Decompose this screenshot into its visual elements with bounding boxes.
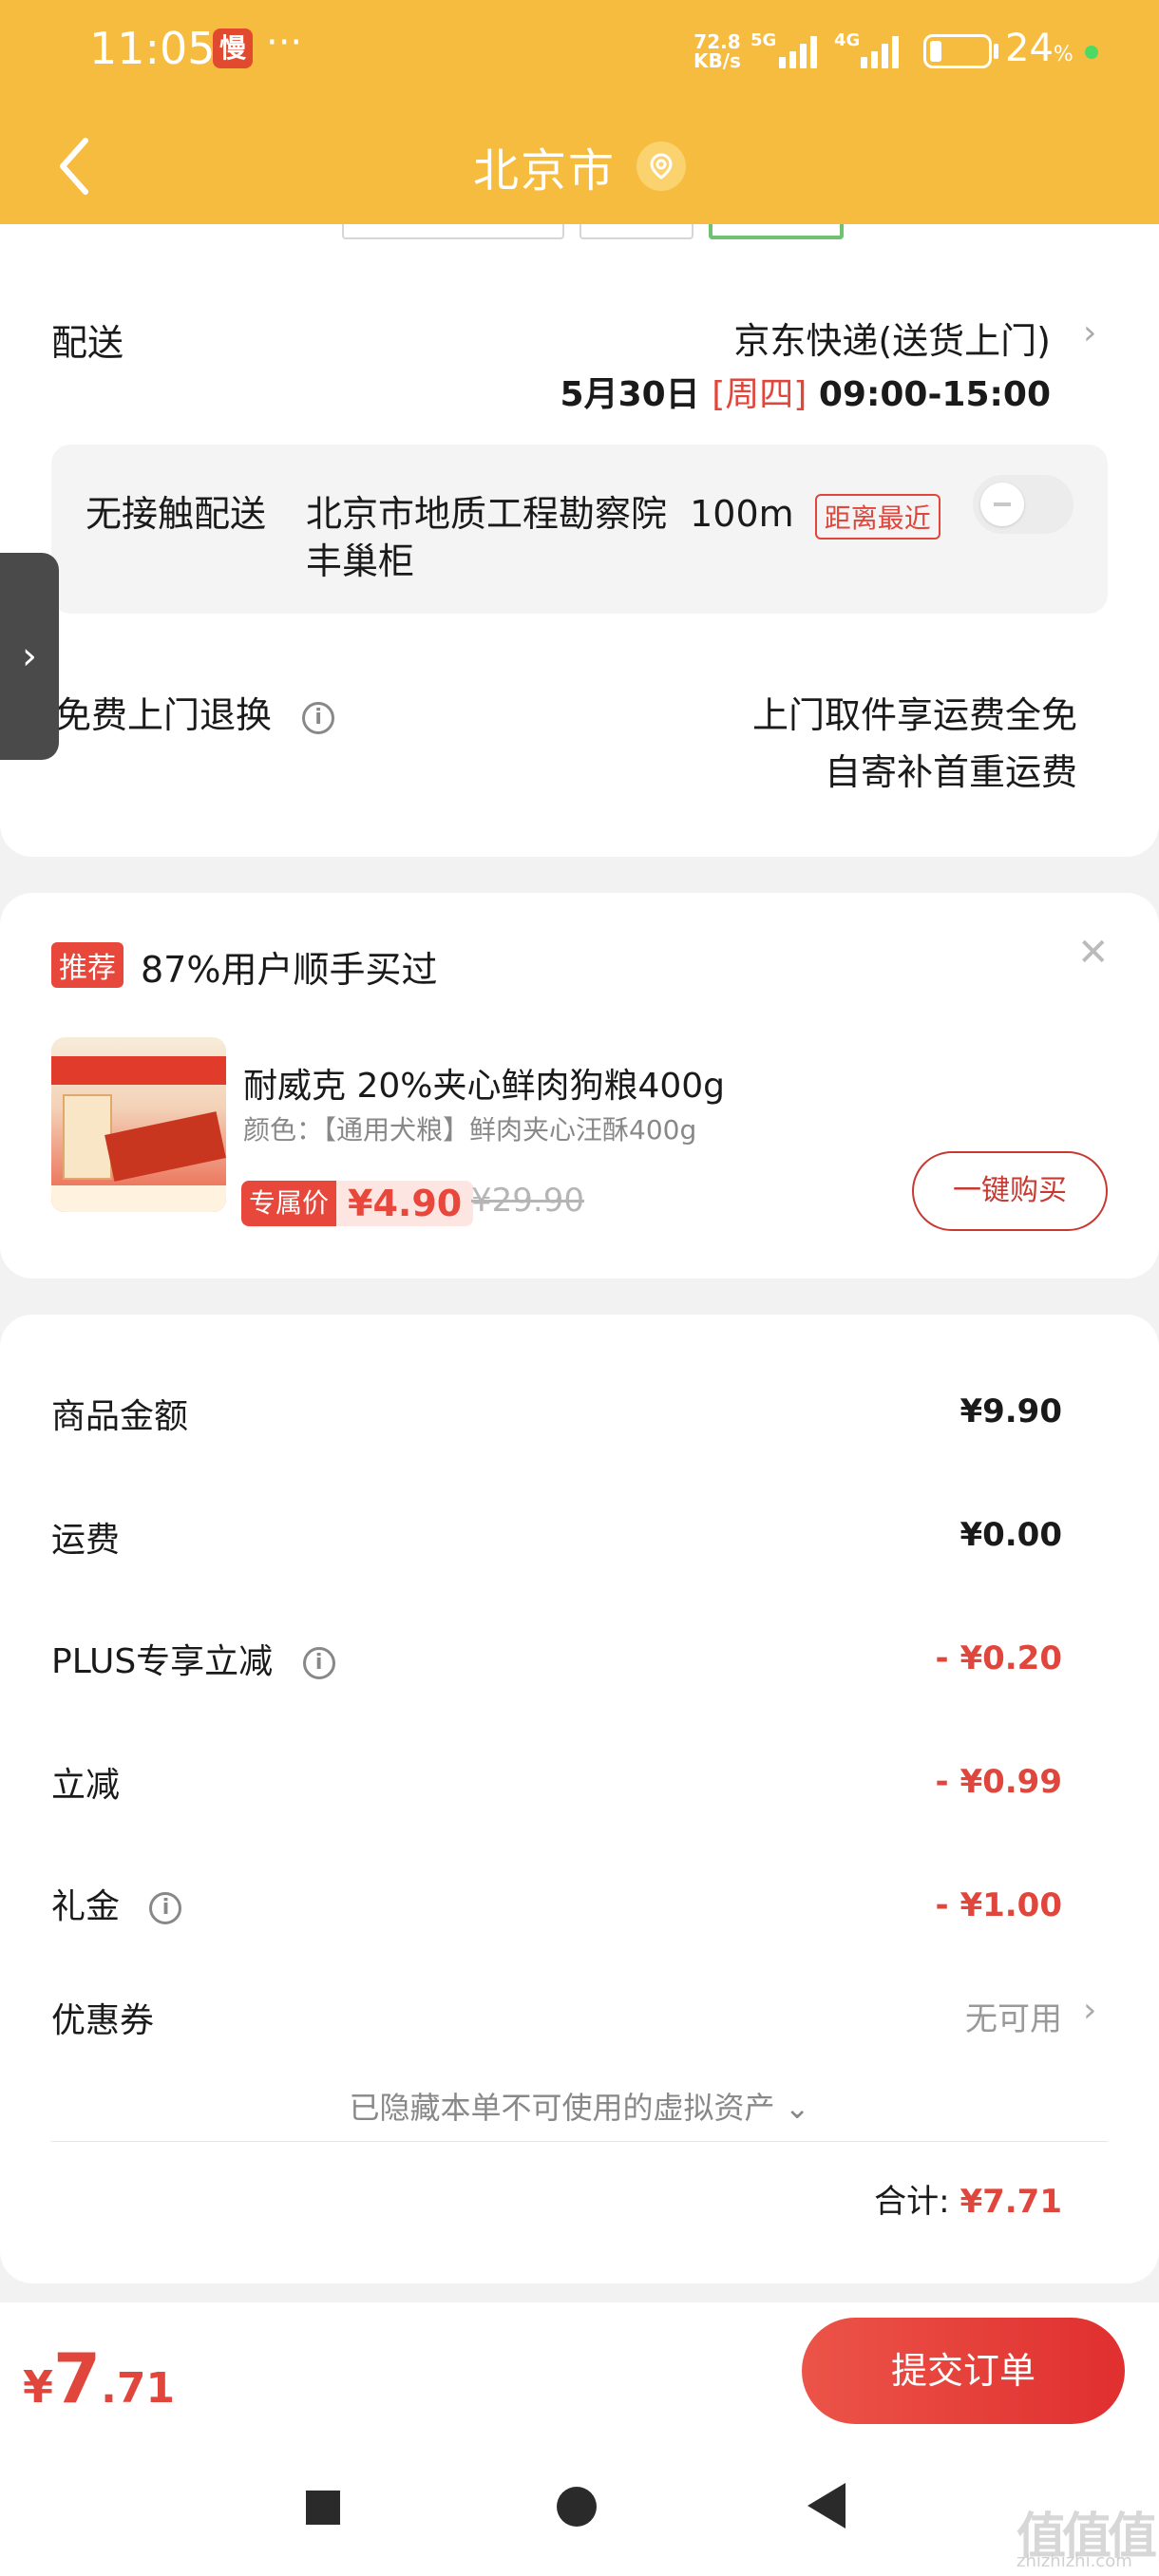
delivery-weekday: [周四] (712, 375, 808, 414)
info-icon[interactable]: i (149, 1892, 182, 1924)
plus-discount-text: PLUS专享立减 (51, 1642, 274, 1681)
info-icon[interactable]: i (302, 701, 335, 734)
signal-4g-label: 4G (834, 30, 861, 50)
signal-5g-label: 5G (750, 30, 777, 50)
battery-icon (923, 34, 992, 68)
instant-discount-value: - ¥0.99 (935, 1763, 1063, 1801)
close-icon[interactable]: ✕ (1077, 931, 1110, 975)
product-image-band (104, 1111, 226, 1182)
app-notification-icon: 慢 (213, 28, 253, 68)
original-price: ¥29.90 (471, 1182, 584, 1220)
address-tab-peek (580, 224, 694, 239)
battery-percent: 24% (1005, 27, 1074, 70)
delivery-time-window: 09:00-15:00 (818, 375, 1051, 414)
battery-cap (994, 44, 998, 59)
coupon-label: 优惠券 (51, 2001, 155, 2040)
pay-amount: ¥7.71 (23, 2339, 175, 2418)
order-total-label: 合计: (874, 2183, 950, 2221)
home-icon[interactable] (557, 2487, 597, 2527)
recommend-text: 87%用户顺手买过 (141, 949, 438, 991)
delivery-date: 5月30日 (560, 375, 700, 414)
charging-dot-icon (1085, 46, 1098, 59)
signal-bars-icon (861, 36, 899, 68)
shipping-label: 运费 (51, 1521, 121, 1560)
pay-integer: 7 (53, 2339, 102, 2418)
goods-amount-label: 商品金额 (51, 1397, 189, 1436)
exclusive-price-value: ¥4.90 (336, 1181, 474, 1226)
free-return-text: 免费上门退换 (55, 694, 273, 736)
gift-cash-value: - ¥1.00 (935, 1886, 1063, 1924)
submit-order-button[interactable]: 提交订单 (802, 2318, 1125, 2424)
nearest-tag: 距离最近 (814, 493, 940, 540)
coupon-value[interactable]: 无可用 (965, 1993, 1062, 2039)
toggle-knob (980, 483, 1024, 526)
delivery-label: 配送 (51, 322, 124, 364)
info-icon[interactable]: i (302, 1647, 335, 1679)
locker-place: 北京市地质工程勘察院 100m 距离最近 (306, 484, 940, 540)
gift-cash-text: 礼金 (51, 1887, 121, 1926)
signal-bars-icon (779, 36, 817, 68)
location-icon[interactable] (636, 142, 686, 191)
network-speed: 72.8 KB/s (694, 32, 741, 70)
battery-percent-unit: % (1053, 43, 1074, 66)
order-total-value: ¥7.71 (960, 2183, 1062, 2221)
instant-discount-label: 立减 (51, 1766, 121, 1805)
locker-distance: 100m (690, 493, 794, 535)
order-total: 合计: ¥7.71 (874, 2175, 1062, 2222)
pay-currency: ¥ (23, 2361, 54, 2413)
network-speed-value: 72.8 (694, 30, 741, 53)
side-drawer-handle[interactable]: › (0, 553, 59, 760)
delivery-carrier[interactable]: 京东快递(送货上门) (733, 312, 1051, 364)
return-line1: 上门取件享运费全免 (751, 694, 1077, 736)
exclusive-price-label: 专属价 (241, 1181, 337, 1226)
page-title: 北京市 (0, 133, 1159, 199)
shipping-value: ¥0.00 (960, 1516, 1062, 1554)
clock: 11:05 (89, 23, 216, 74)
watermark-url: zhizhizhi.com (1016, 2551, 1132, 2571)
address-tab-peek (709, 224, 844, 239)
recent-apps-icon[interactable] (306, 2491, 340, 2525)
plus-discount-label: PLUS专享立减 i (51, 1634, 335, 1683)
back-nav-icon[interactable] (808, 2483, 846, 2529)
chevron-right-icon[interactable]: › (1083, 1991, 1096, 2030)
free-return-label: 免费上门退换 i (55, 686, 335, 738)
more-notifications-icon: ··· (266, 21, 303, 65)
chevron-down-icon: ⌄ (784, 2090, 810, 2126)
network-speed-unit: KB/s (694, 49, 741, 72)
top-bar: 11:05 慢 ··· 72.8 KB/s 5G 4G 24% 北京市 (0, 0, 1159, 237)
plus-discount-value: - ¥0.20 (935, 1639, 1063, 1677)
return-line2: 自寄补首重运费 (824, 751, 1077, 793)
battery-percent-value: 24 (1005, 27, 1054, 70)
product-name[interactable]: 耐威克 20%夹心鲜肉狗粮400g (243, 1058, 725, 1108)
locker-name: 北京市地质工程勘察院 (306, 493, 668, 535)
hidden-assets-text: 已隐藏本单不可使用的虚拟资产 (349, 2090, 775, 2126)
product-spec: 颜色：【通用犬粮】鲜肉夹心汪酥400g (243, 1114, 697, 1146)
delivery-time[interactable]: 5月30日 [周四] 09:00-15:00 (560, 367, 1051, 416)
hidden-assets-toggle[interactable]: 已隐藏本单不可使用的虚拟资产 ⌄ (0, 2084, 1159, 2128)
product-image-band (51, 1056, 226, 1085)
address-tab-peek (342, 224, 564, 239)
product-image-footer (51, 1185, 226, 1212)
page-title-text: 北京市 (472, 144, 616, 198)
product-image[interactable] (51, 1037, 226, 1212)
locker-type: 丰巢柜 (306, 540, 415, 582)
gift-cash-label: 礼金 i (51, 1879, 182, 1928)
one-click-buy-button[interactable]: 一键购买 (912, 1151, 1108, 1231)
chevron-right-icon[interactable]: › (1083, 313, 1096, 352)
goods-amount-value: ¥9.90 (960, 1392, 1062, 1430)
no-contact-label: 无接触配送 (86, 493, 267, 535)
status-bar: 11:05 慢 ··· 72.8 KB/s 5G 4G 24% (0, 0, 1159, 104)
divider (51, 2141, 1108, 2142)
exclusive-price: 专属价 ¥4.90 (241, 1179, 474, 1228)
pay-decimal: .71 (101, 2364, 176, 2413)
recommend-badge: 推荐 (51, 942, 124, 988)
no-contact-toggle[interactable] (973, 475, 1074, 534)
